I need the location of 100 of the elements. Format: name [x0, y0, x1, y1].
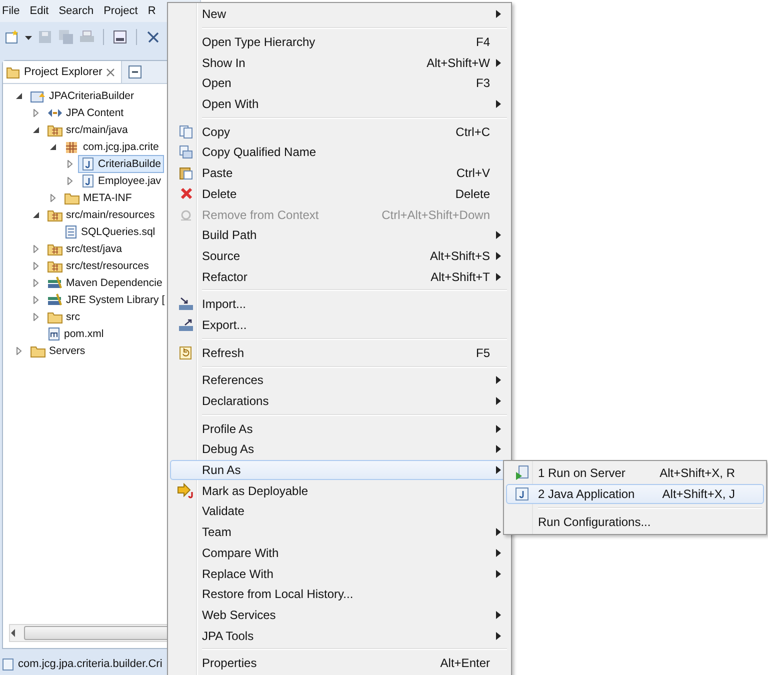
menu-item[interactable]: Replace With [170, 563, 509, 584]
menu-item[interactable]: Paste Ctrl+V [170, 162, 509, 184]
delete-icon [180, 187, 192, 200]
menu-item[interactable]: Debug As [170, 439, 509, 460]
tree-item[interactable]: JPA Content [44, 104, 127, 122]
menu-item[interactable]: Properties Alt+Enter [170, 652, 509, 674]
tree-item[interactable]: SQLQueries.sql [61, 222, 158, 240]
collapsed-arrow-icon[interactable] [32, 312, 40, 320]
collapsed-arrow-icon[interactable] [32, 262, 40, 270]
document-icon [64, 224, 78, 238]
submenu-arrow-icon [496, 424, 501, 433]
submenu-arrow-icon [496, 100, 501, 108]
submenu-arrow-icon [496, 252, 501, 260]
menu-item[interactable]: New [170, 4, 509, 25]
tree-item[interactable]: pom.xml [44, 324, 107, 342]
project-explorer-tab[interactable]: Project Explorer [3, 61, 122, 83]
print-icon[interactable] [79, 29, 95, 45]
submenu-arrow-icon [496, 397, 501, 406]
menu-bar-item[interactable]: Edit [30, 5, 49, 17]
tree-item[interactable]: src/main/resources [44, 206, 158, 224]
collapse-all-icon[interactable] [128, 65, 142, 79]
expanded-arrow-icon[interactable] [15, 92, 23, 100]
collapsed-arrow-icon[interactable] [32, 278, 40, 286]
collapsed-arrow-icon[interactable] [66, 176, 74, 184]
menu-item[interactable]: Restore from Local History... [170, 584, 509, 605]
clipboard-icon [179, 166, 193, 180]
menu-item[interactable]: Delete Delete [170, 184, 509, 204]
menu-bar-item[interactable]: Project [104, 5, 138, 17]
tree-item[interactable]: JRE System Library [ [44, 290, 168, 308]
menu-item[interactable]: Export... [170, 314, 509, 336]
menu-item[interactable]: Run Configurations... [506, 511, 764, 532]
copy-icon [179, 124, 193, 139]
menu-item[interactable]: 1 Run on Server Alt+Shift+X, R [506, 463, 764, 484]
tree-item[interactable]: JPACriteriaBuilder [27, 86, 137, 104]
menu-item[interactable]: Compare With [170, 542, 509, 564]
expanded-arrow-icon[interactable] [32, 126, 40, 134]
project-icon [30, 88, 46, 102]
menu-item[interactable]: Show In Alt+Shift+W [170, 52, 509, 74]
menu-item[interactable]: Build Path [170, 224, 509, 246]
submenu-arrow-icon [496, 548, 501, 557]
expanded-arrow-icon[interactable] [32, 210, 40, 218]
package-icon [64, 140, 80, 154]
import-icon [178, 297, 194, 312]
collapsed-arrow-icon[interactable] [32, 244, 40, 252]
package-folder-icon [47, 258, 63, 272]
menu-bar-item[interactable]: File [2, 5, 20, 17]
menu-item[interactable]: Refresh F5 [170, 342, 509, 363]
java-file-icon [515, 487, 529, 502]
menu-item[interactable]: 2 Java Application Alt+Shift+X, J [506, 484, 764, 504]
menu-item[interactable]: Open Type Hierarchy F4 [170, 32, 509, 52]
collapsed-arrow-icon[interactable] [66, 160, 74, 168]
package-folder-icon [47, 122, 63, 136]
collapsed-arrow-icon[interactable] [32, 108, 40, 116]
folder-icon [6, 66, 20, 78]
new-icon[interactable] [4, 29, 20, 45]
close-icon[interactable] [106, 68, 116, 76]
menu-item[interactable]: Refactor Alt+Shift+T [170, 266, 509, 287]
tree-item[interactable]: META-INF [61, 188, 135, 206]
xml-file-icon [47, 326, 61, 340]
collapsed-arrow-icon[interactable] [49, 194, 57, 202]
menu-item[interactable]: Import... [170, 294, 509, 315]
menu-item[interactable]: Declarations [170, 390, 509, 412]
menu-item[interactable]: Source Alt+Shift+S [170, 246, 509, 266]
submenu-arrow-icon [496, 632, 501, 640]
books-icon [47, 276, 63, 290]
tree-item[interactable]: Employee.jav [78, 172, 164, 190]
tree-item[interactable]: CriteriaBuilde [78, 154, 164, 172]
tree-item[interactable]: src/test/java [44, 240, 126, 258]
menu-item[interactable]: JPA Tools [170, 625, 509, 646]
submenu-arrow-icon [496, 466, 501, 474]
tree-item[interactable]: com.jcg.jpa.crite [61, 138, 162, 156]
java-file-icon [81, 156, 95, 170]
folder-icon [64, 190, 80, 204]
copy-icon [179, 145, 193, 160]
java-file-icon [2, 658, 14, 670]
collapsed-arrow-icon[interactable] [15, 346, 23, 354]
menu-item[interactable]: Open F3 [170, 73, 509, 94]
tree-item[interactable]: Maven Dependencie [44, 274, 166, 292]
tree-item[interactable]: src/test/resources [44, 256, 152, 274]
scroll-left-icon[interactable] [10, 629, 16, 637]
menu-item[interactable]: Open With [170, 94, 509, 114]
submenu-arrow-icon [496, 528, 501, 536]
status-text: com.jcg.jpa.criteria.builder.Cri [18, 658, 162, 670]
tree-item[interactable]: Servers [27, 342, 88, 360]
menu-item[interactable]: Copy Ctrl+C [170, 121, 509, 142]
server-icon [515, 465, 529, 482]
menu-item[interactable]: Profile As [170, 418, 509, 440]
refresh-icon [179, 346, 193, 360]
collapsed-arrow-icon[interactable] [32, 296, 40, 304]
tree-item[interactable]: src [44, 308, 83, 326]
menu-item[interactable]: References [170, 370, 509, 391]
menu-bar-item[interactable]: Search [58, 5, 94, 17]
menu-item[interactable]: Copy Qualified Name [170, 142, 509, 163]
menu-item[interactable]: Web Services [170, 604, 509, 626]
menu-bar-item[interactable]: R [148, 5, 156, 17]
submenu-arrow-icon [496, 610, 501, 619]
tree-item[interactable]: src/main/java [44, 120, 131, 138]
books-icon [47, 292, 63, 306]
expanded-arrow-icon[interactable] [49, 142, 57, 150]
submenu-arrow-icon [496, 272, 501, 281]
